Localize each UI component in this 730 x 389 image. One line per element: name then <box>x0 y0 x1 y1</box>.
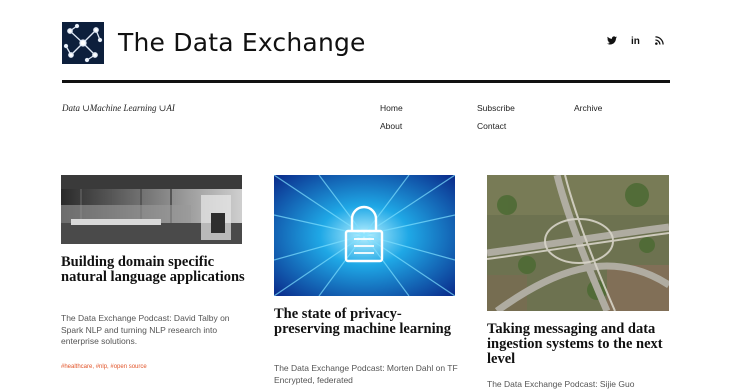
card-description: The Data Exchange Podcast: David Talby o… <box>61 313 230 346</box>
nav-about[interactable]: About <box>380 121 402 131</box>
linkedin-icon[interactable]: in <box>631 36 640 47</box>
card-description: The Data Exchange Podcast: Sijie Guo <box>487 379 635 389</box>
card-image-office[interactable] <box>61 175 242 244</box>
card-image-highway[interactable] <box>487 175 669 311</box>
nav-subscribe[interactable]: Subscribe <box>477 103 515 113</box>
card-description: The Data Exchange Podcast: Morten Dahl o… <box>274 363 458 385</box>
card-title[interactable]: Taking messaging and data ingestion syst… <box>487 322 672 367</box>
rss-icon[interactable] <box>655 36 664 48</box>
card-tags[interactable]: #healthcare, #nlp, #open source <box>61 364 147 370</box>
nav-home[interactable]: Home <box>380 103 403 113</box>
header-divider <box>62 80 670 83</box>
card-image-padlock[interactable] <box>274 175 455 296</box>
site-title[interactable]: The Data Exchange <box>118 28 366 57</box>
card-title[interactable]: The state of privacy-preserving machine … <box>274 307 459 337</box>
site-logo[interactable] <box>62 22 104 64</box>
site-tagline: Data ∪Machine Learning ∪AI <box>62 103 175 113</box>
card-title[interactable]: Building domain specific natural languag… <box>61 255 246 285</box>
nav-archive[interactable]: Archive <box>574 103 602 113</box>
twitter-icon[interactable] <box>607 36 617 48</box>
nav-contact[interactable]: Contact <box>477 121 506 131</box>
